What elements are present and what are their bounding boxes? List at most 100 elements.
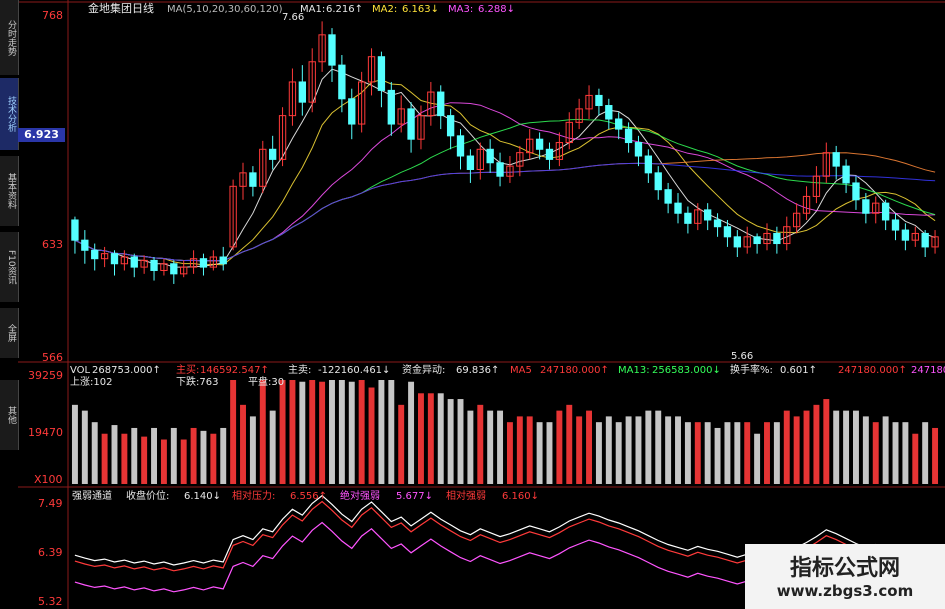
volume-bar [398, 404, 405, 484]
candle-body [328, 34, 336, 66]
volume-bar [358, 380, 365, 484]
candle-body [348, 98, 356, 125]
candle-body [130, 256, 138, 268]
volume-bar [773, 422, 780, 484]
volume-bar [694, 422, 701, 484]
volume-bar [605, 416, 612, 484]
volume-bar [665, 416, 672, 484]
candle-body [654, 172, 662, 191]
tab-technical[interactable]: 技术分析 [0, 78, 19, 150]
volume-bar [388, 380, 395, 484]
candle-body [298, 81, 306, 103]
volume-bar [259, 380, 266, 484]
volume-bar [91, 422, 98, 484]
rel-strong-value: 6.160↓ [502, 491, 540, 502]
volume-bar [160, 439, 167, 484]
volume-bar [319, 381, 326, 484]
candle-body [71, 219, 79, 241]
strength-axis-mid: 6.39 [38, 546, 63, 559]
volume-bar [338, 380, 345, 484]
volume-bar [714, 427, 721, 484]
volume-bar [437, 393, 444, 484]
candle-body [91, 249, 99, 260]
candle-body [733, 236, 741, 248]
tab-intraday[interactable]: 分时走势 [0, 0, 19, 75]
strength-title: 强弱通道 [72, 491, 112, 502]
fund-flow-value: 69.836↑ [456, 365, 500, 376]
vol-ma13-label: MA13: [618, 365, 650, 376]
candle-body [773, 232, 781, 245]
volume-bar [724, 422, 731, 484]
tab-fundamentals[interactable]: 基本资料 [0, 156, 19, 226]
turnover-label: 换手率%: [730, 365, 773, 376]
volume-bar [378, 380, 385, 484]
candle-body [249, 172, 257, 187]
candle-body [199, 258, 208, 268]
candle-body [170, 263, 178, 275]
volume-bar [675, 416, 681, 484]
volume-bar [843, 410, 850, 484]
stock-chart-screen: 分时走势 技术分析 基本资料 F10资讯 全屏 其他 768 6.923 633… [0, 0, 945, 609]
volume-bar [279, 380, 286, 484]
volume-bar [833, 410, 840, 484]
vol-extra2-value: 247180 [911, 365, 945, 376]
volume-bar [299, 381, 306, 484]
tab-f10[interactable]: F10资讯 [0, 232, 19, 302]
candle-body [269, 148, 277, 160]
volume-bar [556, 410, 563, 484]
volume-bar [882, 416, 889, 484]
vol-axis-unit: X100 [34, 473, 63, 486]
volume-bar [190, 427, 197, 484]
volume-bar [329, 380, 335, 484]
volume-bar [754, 433, 761, 484]
candle-body [901, 229, 910, 241]
volume-bar [447, 399, 454, 484]
candle-body [545, 148, 554, 160]
rel-press-value: 6.556↑ [290, 491, 328, 502]
candle-body [615, 118, 623, 130]
main-buy-label: 主买: [176, 365, 200, 376]
flat-count: 平盘:30 [248, 377, 285, 388]
volume-bar [586, 410, 592, 484]
volume-bar [546, 422, 553, 484]
volume-bar [595, 422, 602, 484]
volume-bar [457, 399, 464, 484]
watermark-url: www.zbgs3.com [776, 582, 914, 600]
ma2-value: 6.163↓ [402, 4, 440, 15]
volume-bar [368, 387, 375, 484]
chart-canvas[interactable] [0, 0, 945, 609]
volume-bar [655, 410, 662, 484]
ma-params: MA(5,10,20,30,60,120) [167, 4, 283, 15]
main-sell-label: 主卖: [288, 365, 312, 376]
volume-bar [526, 416, 533, 484]
candle-body [150, 259, 158, 271]
candle-body [713, 219, 722, 228]
volume-bar [249, 416, 256, 484]
candle-body [377, 56, 386, 91]
volume-bar [240, 404, 246, 484]
volume-bar [892, 422, 899, 484]
candle-body [664, 189, 672, 204]
volume-bar [625, 416, 632, 484]
volume-bar [734, 422, 741, 484]
high-annotation: 7.66 [282, 12, 305, 23]
candle-body [891, 219, 900, 231]
tab-other[interactable]: 其他 [0, 380, 19, 450]
volume-bar [418, 393, 424, 484]
main-sell-value: -122160.461↓ [318, 365, 391, 376]
volume-bar [230, 380, 237, 484]
volume-bar [783, 410, 790, 484]
candle-body [387, 89, 395, 125]
candle-body [723, 226, 732, 238]
volume-bar [803, 410, 810, 484]
candle-body [466, 155, 475, 170]
volume-bar [71, 404, 78, 484]
stock-title: 金地集团日线 [88, 2, 154, 15]
volume-bar [348, 381, 355, 484]
volume-bar [744, 422, 751, 484]
main-buy-value: 146592.547↑ [200, 365, 269, 376]
volume-bar [902, 422, 909, 484]
rel-strong-label: 相对强弱 [446, 491, 486, 502]
volume-bar [793, 416, 800, 484]
tab-fullscreen[interactable]: 全屏 [0, 308, 19, 358]
